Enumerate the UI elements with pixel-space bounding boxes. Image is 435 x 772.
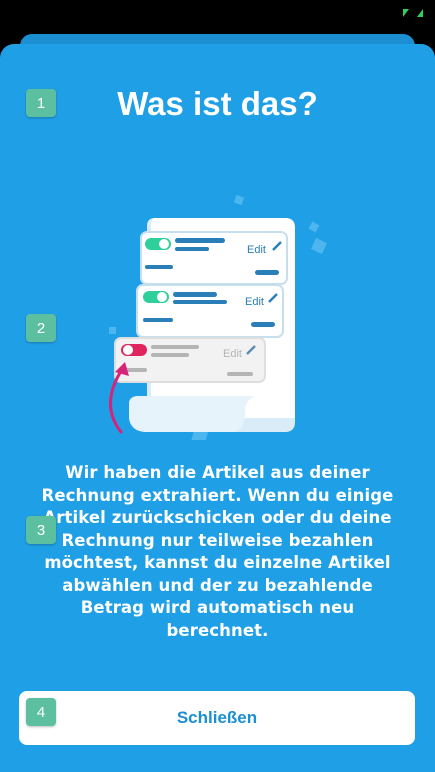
decor-square — [308, 221, 320, 233]
close-button[interactable]: Schließen — [19, 691, 415, 745]
step-badge-3: 3 — [26, 516, 56, 544]
description-text: Wir haben die Artikel aus deiner Rechnun… — [41, 463, 394, 640]
page-title: Was ist das? — [117, 85, 318, 122]
edit-label: Edit — [245, 296, 264, 308]
edit-label: Edit — [223, 348, 242, 360]
expand-icon — [403, 9, 423, 17]
decor-square — [311, 238, 327, 254]
decor-square — [233, 194, 245, 206]
line-item: Edit — [140, 231, 288, 285]
step-badge-4: 4 — [26, 698, 56, 726]
decor-square — [109, 327, 116, 334]
invoice-illustration: Edit Edit Edit — [109, 194, 327, 440]
status-bar — [0, 0, 435, 30]
step-badge-2: 2 — [26, 314, 56, 342]
edit-label: Edit — [247, 244, 266, 256]
line-item: Edit — [136, 284, 284, 338]
line-item-deselected: Edit — [114, 337, 266, 383]
